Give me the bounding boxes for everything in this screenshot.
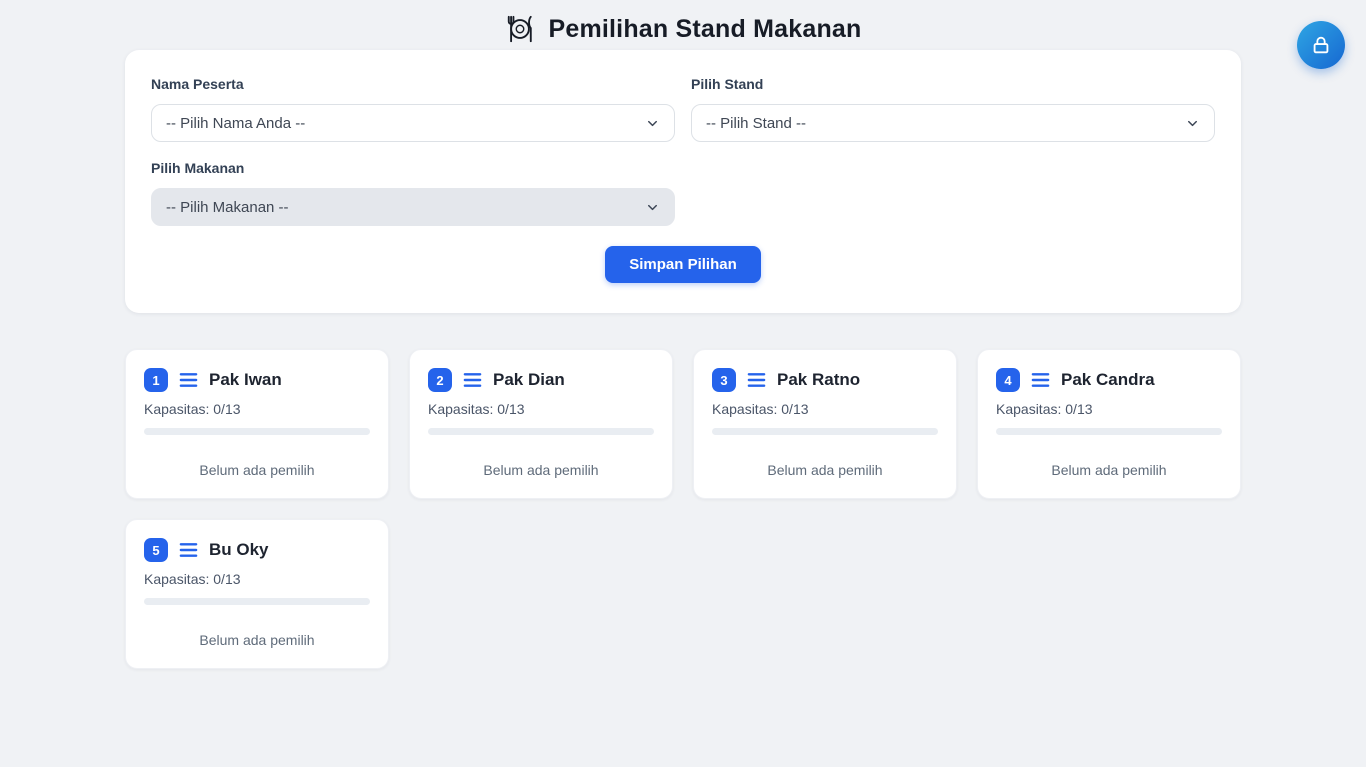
pilih-makanan-selected-value: -- Pilih Makanan -- bbox=[166, 199, 289, 216]
empty-pickers-label: Belum ada pemilih bbox=[712, 462, 938, 478]
menu-lines-icon bbox=[747, 372, 766, 388]
pilih-makanan-select: -- Pilih Makanan -- bbox=[151, 188, 675, 226]
stand-card-pak-ratno: 3 Pak Ratno Kapasitas: 0/13 Belum ada pe… bbox=[693, 349, 957, 499]
chevron-down-icon bbox=[645, 116, 660, 131]
stand-name: Pak Iwan bbox=[209, 370, 282, 390]
field-pilih-makanan: Pilih Makanan -- Pilih Makanan -- bbox=[151, 160, 675, 226]
simpan-pilihan-button[interactable]: Simpan Pilihan bbox=[605, 246, 761, 283]
page-title: Pemilihan Stand Makanan bbox=[548, 15, 861, 44]
lock-button[interactable] bbox=[1297, 21, 1345, 69]
capacity-progress-bar bbox=[144, 598, 370, 605]
stand-name: Bu Oky bbox=[209, 540, 269, 560]
stand-number-badge: 2 bbox=[428, 368, 452, 392]
capacity-progress-bar bbox=[996, 428, 1222, 435]
selection-form-card: Nama Peserta -- Pilih Nama Anda -- Pilih… bbox=[125, 50, 1241, 313]
capacity-progress-bar bbox=[428, 428, 654, 435]
pilih-stand-label: Pilih Stand bbox=[691, 76, 1215, 92]
stand-number-badge: 3 bbox=[712, 368, 736, 392]
stand-name: Pak Dian bbox=[493, 370, 565, 390]
menu-lines-icon bbox=[179, 372, 198, 388]
menu-lines-icon bbox=[179, 542, 198, 558]
capacity-label: Kapasitas: 0/13 bbox=[996, 401, 1222, 417]
chevron-down-icon bbox=[645, 200, 660, 215]
stand-card-bu-oky: 5 Bu Oky Kapasitas: 0/13 Belum ada pemil… bbox=[125, 519, 389, 669]
stand-card-pak-candra: 4 Pak Candra Kapasitas: 0/13 Belum ada p… bbox=[977, 349, 1241, 499]
capacity-label: Kapasitas: 0/13 bbox=[144, 401, 370, 417]
menu-lines-icon bbox=[463, 372, 482, 388]
field-nama-peserta: Nama Peserta -- Pilih Nama Anda -- bbox=[151, 76, 675, 142]
stand-number-badge: 5 bbox=[144, 538, 168, 562]
page-header: Pemilihan Stand Makanan bbox=[0, 0, 1366, 34]
stand-name: Pak Ratno bbox=[777, 370, 860, 390]
pilih-stand-selected-value: -- Pilih Stand -- bbox=[706, 115, 806, 132]
capacity-label: Kapasitas: 0/13 bbox=[428, 401, 654, 417]
capacity-label: Kapasitas: 0/13 bbox=[144, 571, 370, 587]
stands-grid: 1 Pak Iwan Kapasitas: 0/13 Belum ada pem… bbox=[125, 349, 1241, 669]
stand-card-pak-iwan: 1 Pak Iwan Kapasitas: 0/13 Belum ada pem… bbox=[125, 349, 389, 499]
capacity-progress-bar bbox=[144, 428, 370, 435]
nama-peserta-select[interactable]: -- Pilih Nama Anda -- bbox=[151, 104, 675, 142]
empty-pickers-label: Belum ada pemilih bbox=[144, 632, 370, 648]
pilih-makanan-label: Pilih Makanan bbox=[151, 160, 675, 176]
stand-number-badge: 1 bbox=[144, 368, 168, 392]
pilih-stand-select[interactable]: -- Pilih Stand -- bbox=[691, 104, 1215, 142]
menu-lines-icon bbox=[1031, 372, 1050, 388]
stand-name: Pak Candra bbox=[1061, 370, 1155, 390]
lock-icon bbox=[1310, 34, 1332, 56]
empty-pickers-label: Belum ada pemilih bbox=[996, 462, 1222, 478]
capacity-progress-bar bbox=[712, 428, 938, 435]
nama-peserta-label: Nama Peserta bbox=[151, 76, 675, 92]
capacity-label: Kapasitas: 0/13 bbox=[712, 401, 938, 417]
stand-card-pak-dian: 2 Pak Dian Kapasitas: 0/13 Belum ada pem… bbox=[409, 349, 673, 499]
field-pilih-stand: Pilih Stand -- Pilih Stand -- bbox=[691, 76, 1215, 142]
fork-knife-plate-icon bbox=[504, 14, 536, 44]
chevron-down-icon bbox=[1185, 116, 1200, 131]
nama-peserta-selected-value: -- Pilih Nama Anda -- bbox=[166, 115, 305, 132]
empty-pickers-label: Belum ada pemilih bbox=[144, 462, 370, 478]
empty-pickers-label: Belum ada pemilih bbox=[428, 462, 654, 478]
stand-number-badge: 4 bbox=[996, 368, 1020, 392]
